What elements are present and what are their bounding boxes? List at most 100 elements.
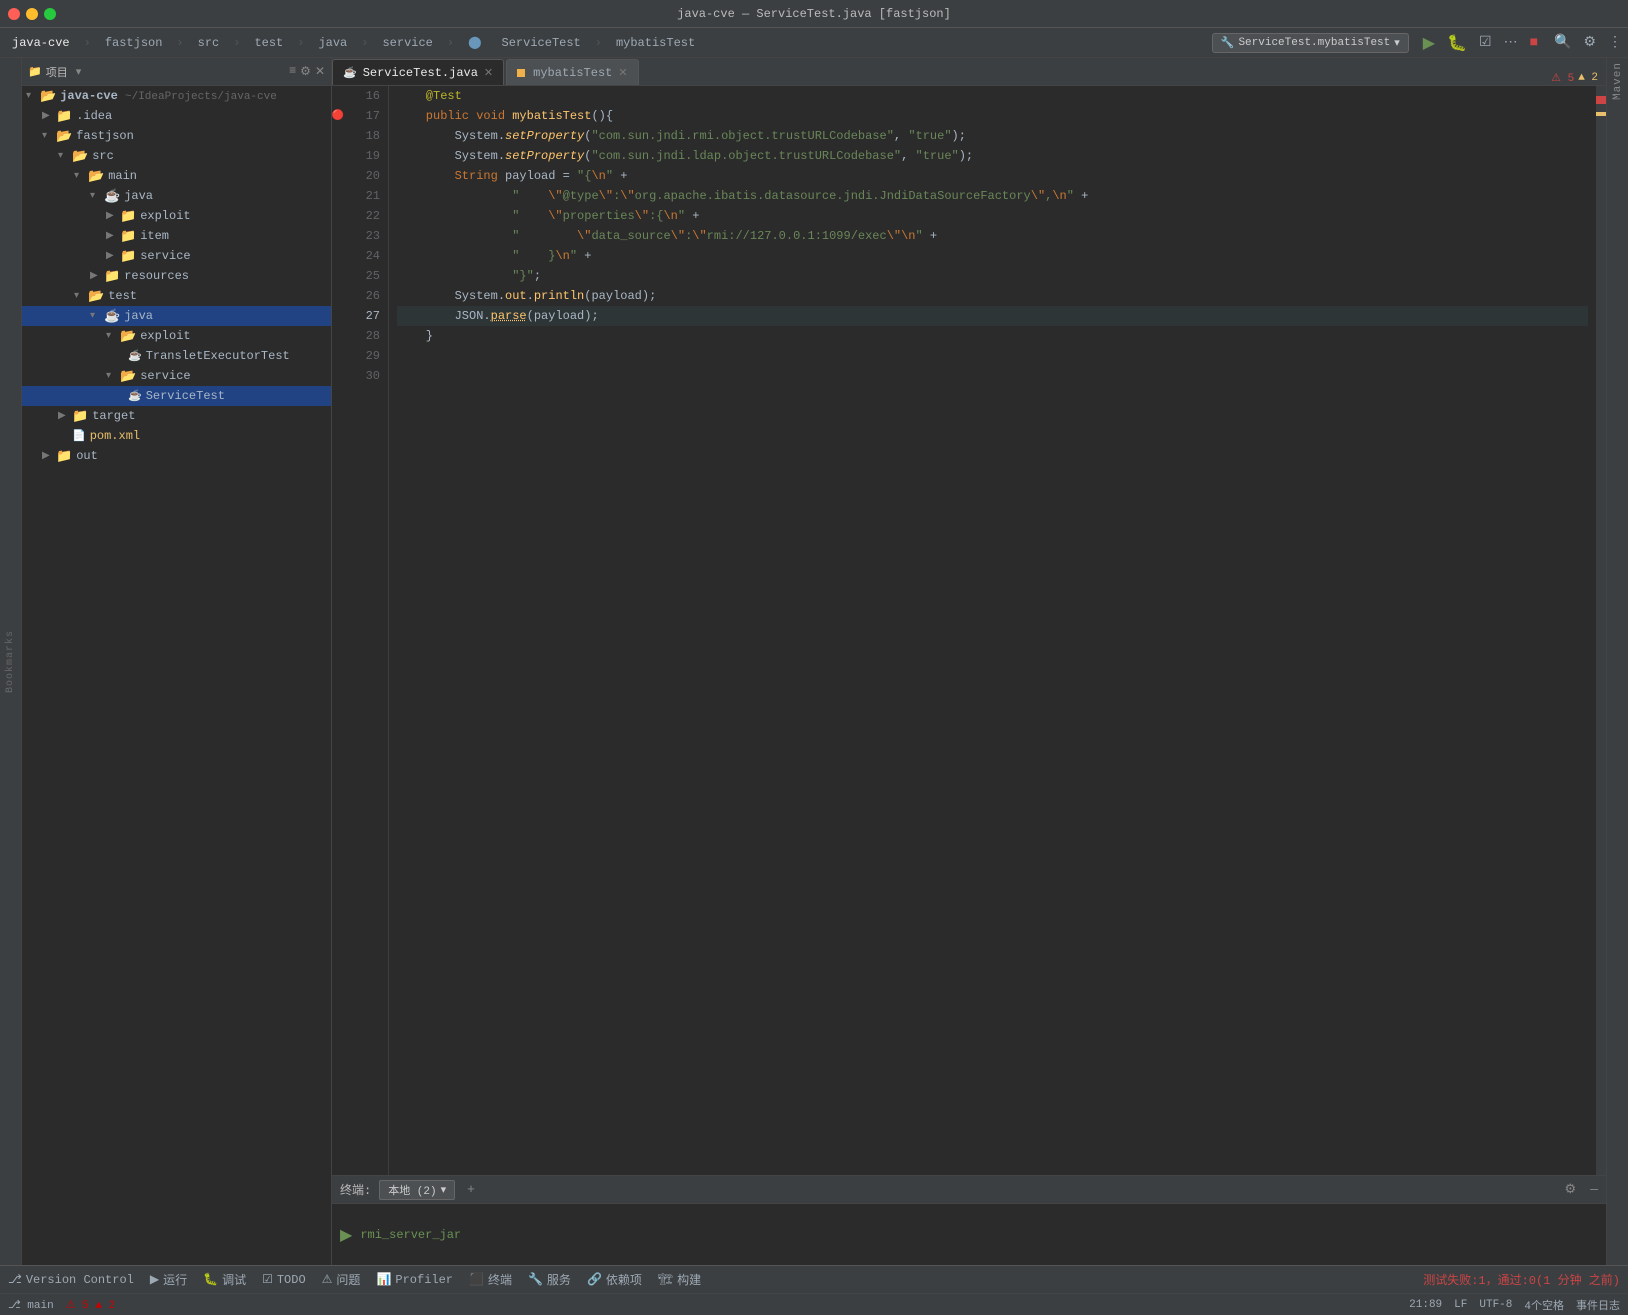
sidebar-gear-icon[interactable]: ⚙ bbox=[300, 64, 311, 79]
todo-icon: ☑ bbox=[262, 1272, 273, 1287]
test-result-text: 测试失败:1，通过:0(1 分钟 之前) bbox=[1423, 1271, 1620, 1288]
nav-servicetest-label[interactable]: ServiceTest bbox=[496, 34, 587, 52]
tab-mybatistest-close[interactable]: ✕ bbox=[618, 66, 627, 80]
indent-spaces[interactable]: 4个空格 bbox=[1524, 1297, 1564, 1313]
maximize-button[interactable] bbox=[44, 8, 56, 20]
code-line-17: public void mybatisTest(){ bbox=[397, 106, 1588, 126]
strip-run[interactable]: ▶ 运行 bbox=[150, 1271, 187, 1288]
tree-item-translet-test[interactable]: ☕ TransletExecutorTest bbox=[22, 346, 331, 366]
terminal-settings-icon[interactable]: ⚙ bbox=[1565, 1182, 1577, 1197]
profiler-label: Profiler bbox=[395, 1273, 453, 1287]
build-icon: 🏗 bbox=[658, 1272, 673, 1287]
tree-item-main-service[interactable]: ▶ 📁 service bbox=[22, 246, 331, 266]
tree-item-main-item[interactable]: ▶ 📁 item bbox=[22, 226, 331, 246]
code-content[interactable]: @Test public void mybatisTest(){ System.… bbox=[389, 86, 1596, 1175]
editor-warnings: ⚠ 5 ▲ 2 bbox=[1551, 71, 1598, 85]
strip-debug[interactable]: 🐛 调试 bbox=[203, 1271, 246, 1288]
strip-profiler[interactable]: 📊 Profiler bbox=[376, 1272, 453, 1287]
run-button[interactable]: ▶ bbox=[1423, 33, 1435, 53]
code-line-23: " \"data_source\":\"rmi://127.0.0.1:1099… bbox=[397, 226, 1588, 246]
tree-item-pom[interactable]: 📄 pom.xml bbox=[22, 426, 331, 446]
tree-item-test-service[interactable]: ▾ 📂 service bbox=[22, 366, 331, 386]
code-line-18: System.setProperty("com.sun.jndi.rmi.obj… bbox=[397, 126, 1588, 146]
terminal-process-label: rmi_server_jar bbox=[360, 1228, 461, 1242]
tree-item-test-java[interactable]: ▾ ☕ java bbox=[22, 306, 331, 326]
error-indicator[interactable]: ⚠ 5 ▲ 2 bbox=[66, 1298, 115, 1312]
run-config-selector[interactable]: 🔧 ServiceTest.mybatisTest ▾ bbox=[1212, 33, 1409, 53]
bookmarks-label: Bookmarks bbox=[5, 630, 16, 693]
line-numbers: 16 17 18 19 20 21 22 23 24 25 26 27 28 2… bbox=[344, 86, 389, 1175]
tree-item-servicetest[interactable]: ☕ ServiceTest bbox=[22, 386, 331, 406]
tree-item-out[interactable]: ▶ 📁 out bbox=[22, 446, 331, 466]
event-log[interactable]: 事件日志 bbox=[1576, 1297, 1620, 1313]
maven-label[interactable]: Maven bbox=[1612, 62, 1624, 100]
todo-label: TODO bbox=[277, 1273, 306, 1287]
sidebar-collapse-btn[interactable]: ≡ bbox=[289, 64, 296, 79]
tab-mybatistest[interactable]: mybatisTest ✕ bbox=[506, 59, 638, 85]
code-line-19: System.setProperty("com.sun.jndi.ldap.ob… bbox=[397, 146, 1588, 166]
git-branch[interactable]: ⎇ main bbox=[8, 1298, 54, 1312]
problems-icon: ⚠ bbox=[322, 1272, 333, 1287]
terminal-label: 终端: bbox=[340, 1181, 371, 1198]
line-separator[interactable]: LF bbox=[1454, 1299, 1467, 1311]
tree-item-fastjson[interactable]: ▾ 📂 fastjson bbox=[22, 126, 331, 146]
code-line-26: System.out.println(payload); bbox=[397, 286, 1588, 306]
terminal-local-selector[interactable]: 本地 (2) ▾ bbox=[379, 1180, 455, 1200]
nav-java-cve[interactable]: java-cve bbox=[6, 34, 76, 52]
nav-src[interactable]: src bbox=[192, 34, 226, 52]
tree-item-main-java[interactable]: ▾ ☕ java bbox=[22, 186, 331, 206]
close-button[interactable] bbox=[8, 8, 20, 20]
tree-item-src[interactable]: ▾ 📂 src bbox=[22, 146, 331, 166]
settings-button[interactable]: ⚙ bbox=[1583, 34, 1596, 51]
code-editor[interactable]: 🔴 bbox=[332, 86, 1606, 1175]
services-icon: 🔧 bbox=[528, 1272, 543, 1287]
debug-button[interactable]: 🐛 bbox=[1447, 33, 1467, 53]
strip-todo[interactable]: ☑ TODO bbox=[262, 1272, 306, 1287]
tree-item-target[interactable]: ▶ 📁 target bbox=[22, 406, 331, 426]
strip-deps[interactable]: 🔗 依赖项 bbox=[587, 1271, 642, 1288]
strip-services[interactable]: 🔧 服务 bbox=[528, 1271, 571, 1288]
code-line-29 bbox=[397, 346, 1588, 366]
strip-terminal[interactable]: ⬛ 终端 bbox=[469, 1271, 512, 1288]
nav-test[interactable]: test bbox=[248, 34, 289, 52]
statusbar-left: ⎇ main ⚠ 5 ▲ 2 bbox=[8, 1298, 115, 1312]
terminal-minimize-icon[interactable]: — bbox=[1590, 1182, 1598, 1197]
code-line-24: " }\n" + bbox=[397, 246, 1588, 266]
nav-servicetest[interactable]: ⬤ bbox=[462, 33, 487, 52]
strip-build[interactable]: 🏗 构建 bbox=[658, 1271, 701, 1288]
tree-item-java-cve[interactable]: ▾ 📂 java-cve ~/IdeaProjects/java-cve bbox=[22, 86, 331, 106]
tree-item-main-exploit[interactable]: ▶ 📁 exploit bbox=[22, 206, 331, 226]
search-button[interactable]: 🔍 bbox=[1554, 34, 1571, 51]
coverage-button[interactable]: ☑ bbox=[1479, 34, 1492, 51]
nav-java[interactable]: java bbox=[312, 34, 353, 52]
tree-item-test-exploit[interactable]: ▾ 📂 exploit bbox=[22, 326, 331, 346]
terminal-add-btn[interactable]: + bbox=[467, 1182, 475, 1197]
more-run-button[interactable]: ⋯ bbox=[1504, 34, 1518, 51]
nav-mybatistest[interactable]: mybatisTest bbox=[610, 34, 701, 52]
code-line-30 bbox=[397, 366, 1588, 386]
stop-button[interactable]: ■ bbox=[1530, 35, 1538, 51]
strip-problems[interactable]: ⚠ 问题 bbox=[322, 1271, 361, 1288]
tree-item-main[interactable]: ▾ 📂 main bbox=[22, 166, 331, 186]
tab-servicetest-close[interactable]: ✕ bbox=[484, 66, 493, 80]
run-config-dropdown[interactable]: ▾ bbox=[1394, 36, 1400, 50]
warning-count: ▲ 2 bbox=[1578, 72, 1598, 84]
strip-version-control[interactable]: ⎇ Version Control bbox=[8, 1272, 134, 1287]
sidebar-dropdown-icon[interactable]: ▾ bbox=[76, 65, 82, 79]
terminal-local-label: 本地 (2) bbox=[388, 1182, 436, 1198]
nav-fastjson[interactable]: fastjson bbox=[99, 34, 169, 52]
tree-item-resources[interactable]: ▶ 📁 resources bbox=[22, 266, 331, 286]
code-line-28: } bbox=[397, 326, 1588, 346]
tab-bar: ☕ ServiceTest.java ✕ mybatisTest ✕ ⚠ 5 ▲… bbox=[332, 58, 1606, 86]
more-button[interactable]: ⋮ bbox=[1608, 34, 1622, 51]
window-controls bbox=[8, 8, 56, 20]
services-label: 服务 bbox=[547, 1271, 571, 1288]
minimize-button[interactable] bbox=[26, 8, 38, 20]
sidebar-close-icon[interactable]: ✕ bbox=[315, 64, 325, 79]
tab-servicetest[interactable]: ☕ ServiceTest.java ✕ bbox=[332, 59, 504, 85]
nav-service[interactable]: service bbox=[376, 34, 438, 52]
cursor-position[interactable]: 21:89 bbox=[1409, 1299, 1442, 1311]
tree-item-idea[interactable]: ▶ 📁 .idea bbox=[22, 106, 331, 126]
tree-item-test[interactable]: ▾ 📂 test bbox=[22, 286, 331, 306]
encoding[interactable]: UTF-8 bbox=[1479, 1299, 1512, 1311]
